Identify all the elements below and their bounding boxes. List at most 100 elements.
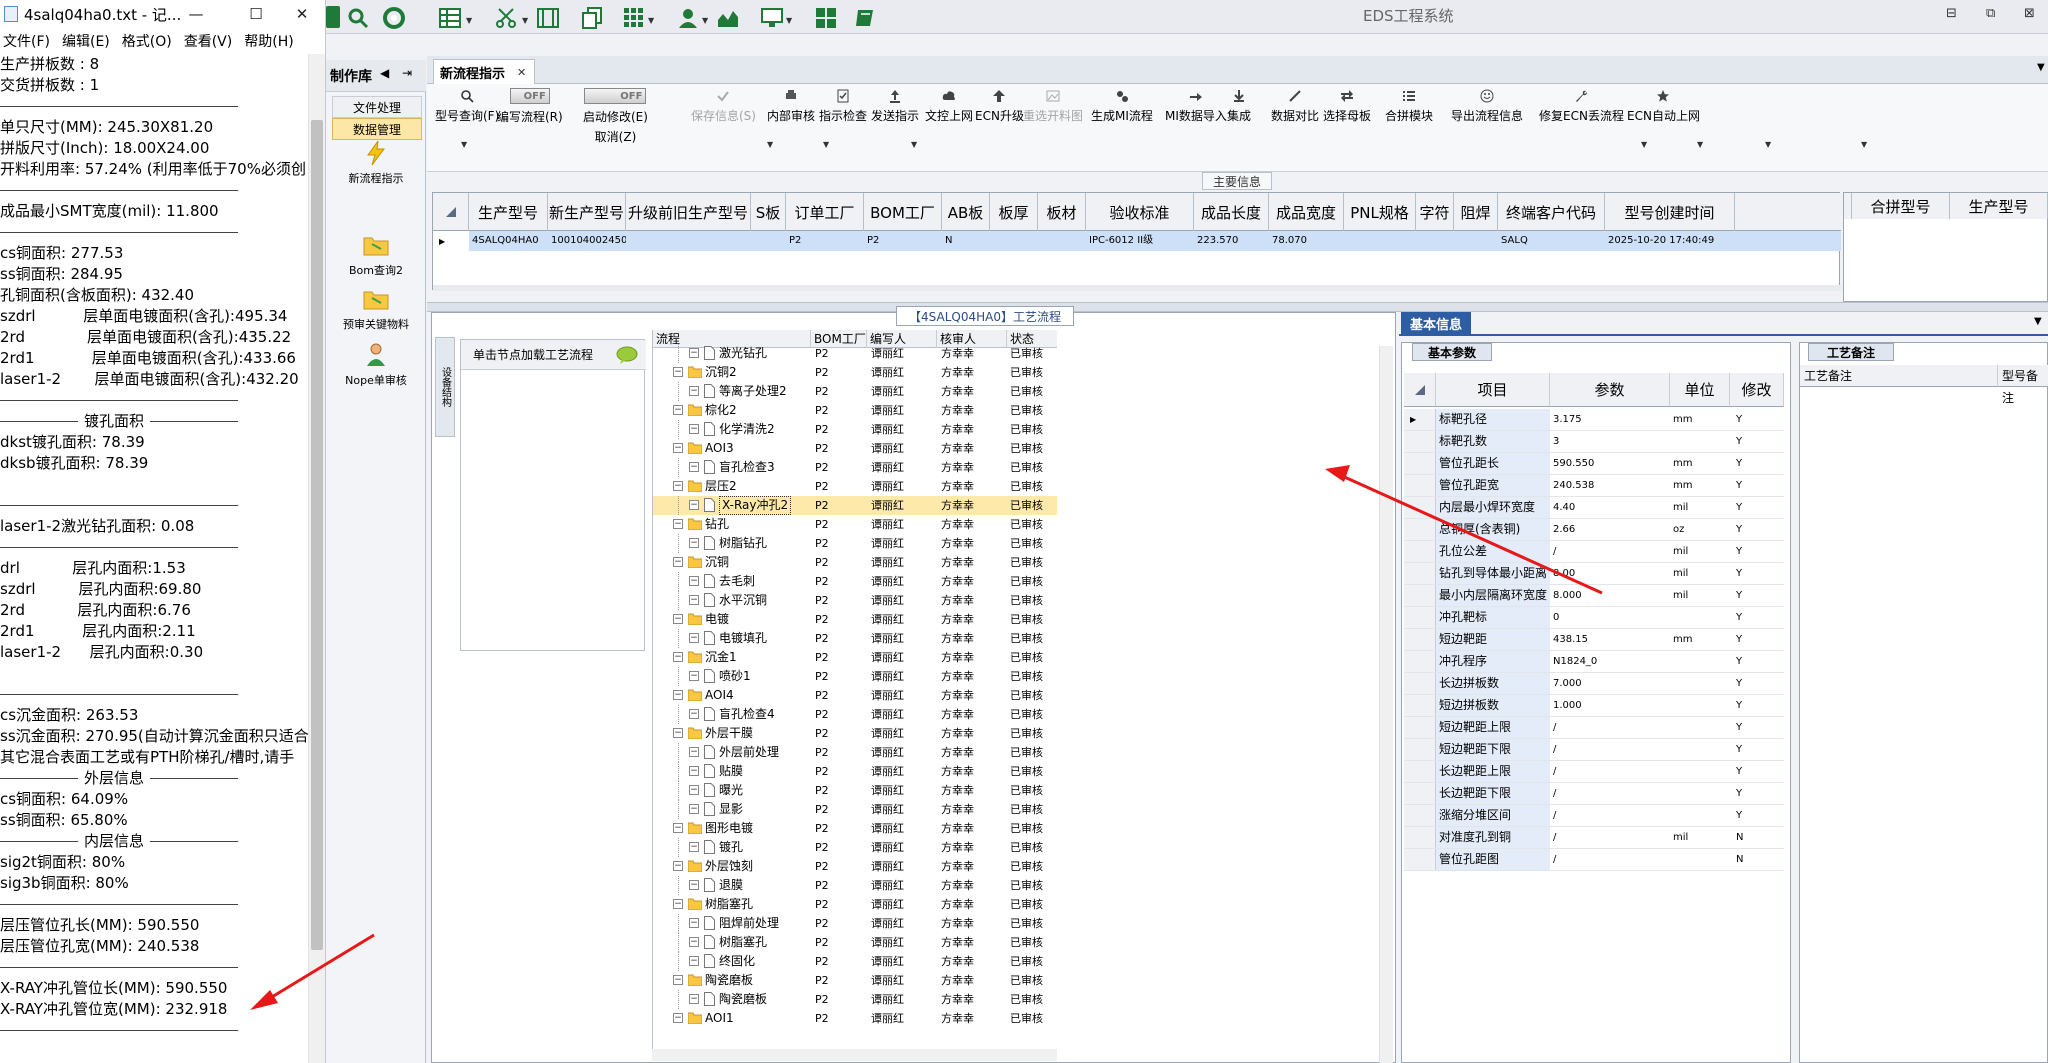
tab-craft-notes[interactable]: 工艺备注 [1808, 343, 1894, 361]
table-row[interactable]: 短边拼板数 1.000 Y [1404, 695, 1784, 717]
expand-icon[interactable]: − [673, 975, 683, 985]
user-icon[interactable] [676, 6, 700, 30]
table-row[interactable]: 标靶孔数 3 Y [1404, 431, 1784, 453]
table-cell[interactable]: 4SALQ04HA0 [469, 231, 548, 251]
save-button[interactable]: 保存信息(S) [691, 88, 756, 124]
column-header[interactable]: 新生产型号 [548, 193, 626, 231]
tree-row[interactable]: − 沉铜 P2 谭丽红 方幸幸 已审核 [653, 553, 1057, 572]
instr-check-button[interactable]: 指示检查 [819, 88, 867, 124]
tree-row[interactable]: − 树脂钻孔 P2 谭丽红 方幸幸 已审核 [653, 534, 1057, 553]
param-value[interactable]: 438.15 [1550, 629, 1670, 650]
column-header[interactable]: 字符 [1416, 193, 1454, 231]
eds-minimize-button[interactable]: ⊟ [1946, 6, 1957, 21]
tree-row[interactable]: − 终固化 P2 谭丽红 方幸幸 已审核 [653, 952, 1057, 971]
expand-icon[interactable]: − [673, 728, 683, 738]
tree-row[interactable]: − 等离子处理2 P2 谭丽红 方幸幸 已审核 [653, 382, 1057, 401]
minimize-button[interactable]: — [176, 2, 216, 26]
main-info-label[interactable]: 主要信息 [1202, 172, 1272, 190]
eds-restore-button[interactable]: ⧉ [1986, 6, 1995, 21]
table-row[interactable]: 短边靶距 438.15 mm Y [1404, 629, 1784, 651]
gen-mi-button[interactable]: 生成MI流程 [1091, 88, 1153, 124]
tree-row[interactable]: − 树脂塞孔 P2 谭丽红 方幸幸 已审核 [653, 895, 1057, 914]
column-header[interactable]: 工艺备注 [1800, 365, 1998, 387]
expand-icon[interactable]: − [689, 576, 699, 586]
data-compare-button[interactable]: 数据对比 [1271, 88, 1319, 124]
expand-icon[interactable]: − [689, 709, 699, 719]
book-icon[interactable] [854, 6, 878, 30]
column-header[interactable]: BOM工厂 [864, 193, 942, 231]
table-row[interactable]: 冲孔程序 N1824_0 Y [1404, 651, 1784, 673]
maximize-button[interactable]: ☐ [236, 2, 276, 26]
column-header[interactable]: 型号备注 [1998, 365, 2048, 405]
table-row[interactable]: 长边拼板数 7.000 Y [1404, 673, 1784, 695]
table-row[interactable]: 对准度孔到铜 / mil N [1404, 827, 1784, 849]
expand-icon[interactable]: − [689, 842, 699, 852]
chevron-down-icon[interactable]: ▼ [1641, 140, 1647, 149]
tree-row[interactable]: − 镀孔 P2 谭丽红 方幸幸 已审核 [653, 838, 1057, 857]
tree-row[interactable]: − AOI1 P2 谭丽红 方幸幸 已审核 [653, 1009, 1057, 1028]
copy-icon[interactable] [580, 6, 604, 30]
sidebar-left-arrow-icon[interactable]: ◀ [380, 66, 389, 80]
monitor-icon[interactable] [760, 6, 784, 30]
expand-icon[interactable]: − [673, 367, 683, 377]
param-value[interactable]: 0 [1550, 607, 1670, 628]
table-row[interactable]: 短边靶距下限 / Y [1404, 739, 1784, 761]
table-cell[interactable]: 78.070 [1269, 231, 1344, 251]
table-row[interactable]: 钻孔到导体最小距离 8.00 mil Y [1404, 563, 1784, 585]
ecn-auto-button[interactable]: ECN自动上网 [1627, 88, 1700, 124]
column-header[interactable]: 生产型号 [469, 193, 548, 231]
model-grid-hscroll[interactable] [433, 285, 1841, 291]
column-header[interactable]: AB板 [942, 193, 990, 231]
tab-basic-params[interactable]: 基本参数 [1412, 343, 1492, 361]
column-header[interactable]: 阻焊 [1454, 193, 1498, 231]
expand-icon[interactable]: − [673, 823, 683, 833]
tree-row[interactable]: − X-Ray冲孔2 P2 谭丽红 方幸幸 已审核 [653, 496, 1057, 515]
tab-close-icon[interactable]: ✕ [517, 66, 526, 79]
table-cell[interactable]: N [942, 231, 990, 251]
basic-menu-icon[interactable]: ▼ [2034, 316, 2042, 327]
param-value[interactable]: / [1550, 849, 1670, 870]
param-value[interactable]: 3 [1550, 431, 1670, 452]
expand-icon[interactable]: − [689, 386, 699, 396]
expand-icon[interactable]: − [673, 557, 683, 567]
tree-row[interactable]: − 层压2 P2 谭丽红 方幸幸 已审核 [653, 477, 1057, 496]
tree-row[interactable]: − 陶瓷磨板 P2 谭丽红 方幸幸 已审核 [653, 990, 1057, 1009]
tree-row[interactable]: − 沉铜2 P2 谭丽红 方幸幸 已审核 [653, 363, 1057, 382]
menu-item[interactable]: 格式(O) [122, 31, 172, 51]
column-header[interactable]: 参数 [1550, 373, 1670, 407]
table-cell[interactable]: 2025-10-20 17:40:49 [1605, 231, 1735, 251]
ecn-upgrade-button[interactable]: ECN升级 [975, 88, 1024, 124]
column-header[interactable]: 订单工厂 [786, 193, 864, 231]
table-row[interactable]: ▶ 标靶孔径 3.175 mm Y [1404, 409, 1784, 431]
upload-file-button[interactable]: 文控上网 [925, 88, 973, 124]
chevron-down-icon[interactable]: ▼ [767, 140, 773, 149]
chevron-down-icon[interactable]: ▼ [823, 140, 829, 149]
tree-row[interactable]: − 棕化2 P2 谭丽红 方幸幸 已审核 [653, 401, 1057, 420]
scissors-icon[interactable] [494, 6, 518, 30]
expand-icon[interactable]: − [673, 1013, 683, 1023]
table-row[interactable]: 孔位公差 / mil Y [1404, 541, 1784, 563]
start-edit-toggle[interactable]: OFF 启动修改(E) 取消(Z) [583, 88, 648, 145]
menu-item[interactable]: 帮助(H) [244, 31, 293, 51]
tree-row[interactable]: − 水平沉铜 P2 谭丽红 方幸幸 已审核 [653, 591, 1057, 610]
table-row[interactable]: 总铜厚(含表铜) 2.66 oz Y [1404, 519, 1784, 541]
chevron-down-icon[interactable]: ▼ [1861, 140, 1867, 149]
tree-row[interactable]: − 贴膜 P2 谭丽红 方幸幸 已审核 [653, 762, 1057, 781]
sidebar-tab-file[interactable]: 文件处理 [332, 96, 422, 118]
tree-row[interactable]: − 电镀 P2 谭丽红 方幸幸 已审核 [653, 610, 1057, 629]
table-row[interactable]: 内层最小焊环宽度 4.40 mil Y [1404, 497, 1784, 519]
tree-row[interactable]: − 树脂塞孔 P2 谭丽红 方幸幸 已审核 [653, 933, 1057, 952]
chevron-down-icon[interactable]: ▼ [648, 16, 654, 25]
repair-ecn-button[interactable]: 修复ECN丢流程 [1539, 88, 1624, 124]
process-tree-hscroll[interactable] [652, 1049, 1057, 1061]
column-header[interactable]: 项目 [1436, 373, 1550, 407]
search-icon[interactable] [346, 6, 370, 30]
internal-review-button[interactable]: 内部审核 [767, 88, 815, 124]
expand-icon[interactable]: − [673, 443, 683, 453]
param-value[interactable]: N1824_0 [1550, 651, 1670, 672]
area-chart-icon[interactable] [716, 6, 740, 30]
table-row[interactable]: 4SALQ04HA010010400245068P2P2NIPC-6012 II… [469, 231, 1841, 251]
sidebar-item[interactable]: 预审关键物料 [326, 286, 426, 332]
tree-row[interactable]: − AOI4 P2 谭丽红 方幸幸 已审核 [653, 686, 1057, 705]
tree-row[interactable]: − 图形电镀 P2 谭丽红 方幸幸 已审核 [653, 819, 1057, 838]
